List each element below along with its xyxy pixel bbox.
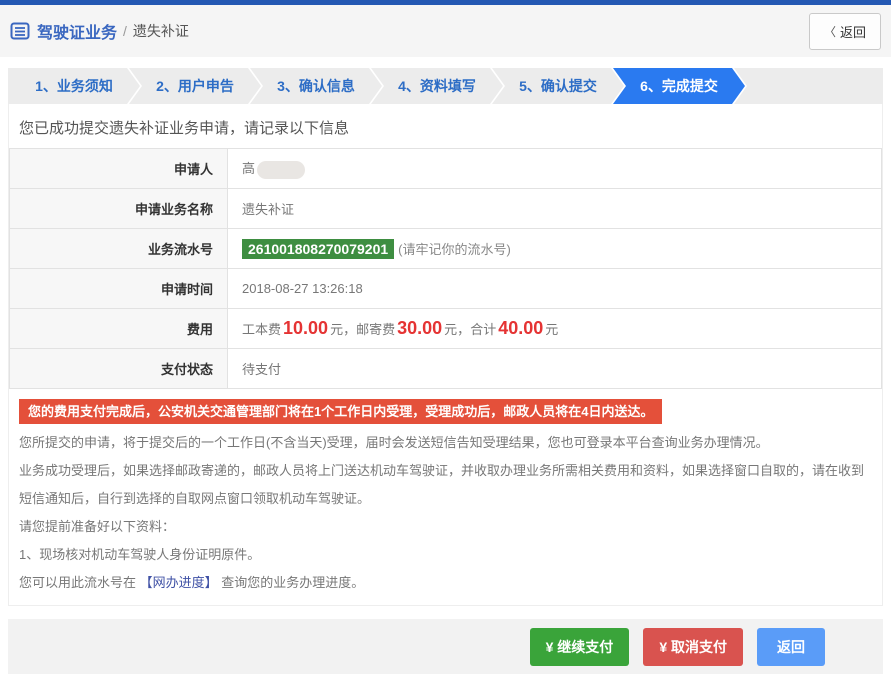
warning-banner: 您的费用支付完成后，公安机关交通管理部门将在1个工作日内受理，受理成功后，邮政人… — [19, 399, 662, 424]
fee-sep2: ， — [457, 322, 470, 337]
breadcrumb-separator: / — [123, 23, 127, 39]
table-row-business-name: 申请业务名称 遗失补证 — [10, 189, 882, 229]
fee-item1-label: 工本费 — [242, 322, 281, 337]
page-header: 驾驶证业务 / 遗失补证 〈 返回 — [0, 5, 891, 57]
business-name-label: 申请业务名称 — [10, 189, 228, 229]
fee-label: 费用 — [10, 309, 228, 349]
fee-item3-label: 合计 — [470, 322, 496, 337]
progress-note: 您可以用此流水号在 【网办进度】 查询您的业务办理进度。 — [19, 569, 872, 597]
table-row-applicant: 申请人 高 — [10, 149, 882, 189]
return-button[interactable]: 返回 — [757, 628, 825, 666]
applicant-value: 高 — [228, 149, 882, 189]
apply-time-label: 申请时间 — [10, 269, 228, 309]
apply-time-value: 2018-08-27 13:26:18 — [228, 269, 882, 309]
table-row-fee: 费用 工本费10.00元，邮寄费30.00元，合计40.00元 — [10, 309, 882, 349]
notice-paragraph: 您所提交的申请，将于提交后的一个工作日(不含当天)受理，届时会发送短信告知受理结… — [19, 429, 872, 457]
footer-action-bar: ¥ 继续支付 ¥ 取消支付 返回 — [8, 619, 883, 674]
table-row-pay-status: 支付状态 待支付 — [10, 349, 882, 389]
business-name-value: 遗失补证 — [228, 189, 882, 229]
step-tabs: 1、业务须知 2、用户申告 3、确认信息 4、资料填写 5、确认提交 6、完成提… — [8, 68, 883, 104]
breadcrumb-current: 遗失补证 — [133, 21, 189, 41]
step-tabs-filler — [734, 68, 883, 104]
progress-link-text: 【网办进度】 — [140, 575, 218, 590]
table-row-serial: 业务流水号 261001808270079201 (请牢记你的流水号) — [10, 229, 882, 269]
main-content: 您已成功提交遗失补证业务申请，请记录以下信息 申请人 高 申请业务名称 遗失补证… — [8, 104, 883, 606]
applicant-name: 高 — [242, 161, 255, 176]
fee-item3-unit: 元 — [545, 322, 558, 337]
step-tab-2[interactable]: 2、用户申告 — [129, 68, 261, 104]
notice-paragraph: 请您提前准备好以下资料： — [19, 513, 872, 541]
applicant-label: 申请人 — [10, 149, 228, 189]
serial-label: 业务流水号 — [10, 229, 228, 269]
cancel-pay-button[interactable]: ¥ 取消支付 — [643, 628, 743, 666]
serial-number-badge: 261001808270079201 — [242, 239, 394, 259]
continue-pay-button[interactable]: ¥ 继续支付 — [530, 628, 630, 666]
fee-item2-amount: 30.00 — [397, 318, 442, 338]
table-row-apply-time: 申请时间 2018-08-27 13:26:18 — [10, 269, 882, 309]
notice-paragraph: 1、现场核对机动车驾驶人身份证明原件。 — [19, 541, 872, 569]
progress-note-suffix: 查询您的业务办理进度。 — [218, 575, 365, 590]
success-message: 您已成功提交遗失补证业务申请，请记录以下信息 — [9, 104, 882, 148]
fee-item1-unit: 元 — [330, 322, 343, 337]
fee-value: 工本费10.00元，邮寄费30.00元，合计40.00元 — [228, 309, 882, 349]
breadcrumb-section[interactable]: 驾驶证业务 — [37, 19, 117, 43]
redacted-name-blur — [257, 161, 305, 179]
list-icon — [10, 21, 30, 41]
pay-status-value: 待支付 — [228, 349, 882, 389]
step-tab-4[interactable]: 4、资料填写 — [371, 68, 503, 104]
application-info-table: 申请人 高 申请业务名称 遗失补证 业务流水号 2610018082700792… — [9, 148, 882, 389]
serial-value: 261001808270079201 (请牢记你的流水号) — [228, 229, 882, 269]
fee-item2-label: 邮寄费 — [356, 322, 395, 337]
serial-note: (请牢记你的流水号) — [398, 242, 511, 257]
step-tab-6-active[interactable]: 6、完成提交 — [613, 68, 745, 104]
pay-status-label: 支付状态 — [10, 349, 228, 389]
notice-paragraphs: 您所提交的申请，将于提交后的一个工作日(不含当天)受理，届时会发送短信告知受理结… — [9, 424, 882, 597]
fee-total-amount: 40.00 — [498, 318, 543, 338]
header-back-label: 返回 — [840, 22, 866, 41]
header-back-button[interactable]: 〈 返回 — [809, 13, 881, 50]
fee-item1-amount: 10.00 — [283, 318, 328, 338]
step-tab-3[interactable]: 3、确认信息 — [250, 68, 382, 104]
step-tab-1[interactable]: 1、业务须知 — [8, 68, 140, 104]
fee-sep1: ， — [343, 322, 356, 337]
progress-note-prefix: 您可以用此流水号在 — [19, 575, 140, 590]
step-tab-5[interactable]: 5、确认提交 — [492, 68, 624, 104]
notice-paragraph: 业务成功受理后，如果选择邮政寄递的，邮政人员将上门送达机动车驾驶证，并收取办理业… — [19, 457, 872, 513]
chevron-left-icon: 〈 — [824, 23, 836, 40]
fee-item2-unit: 元 — [444, 322, 457, 337]
breadcrumb: 驾驶证业务 / 遗失补证 — [10, 19, 189, 43]
